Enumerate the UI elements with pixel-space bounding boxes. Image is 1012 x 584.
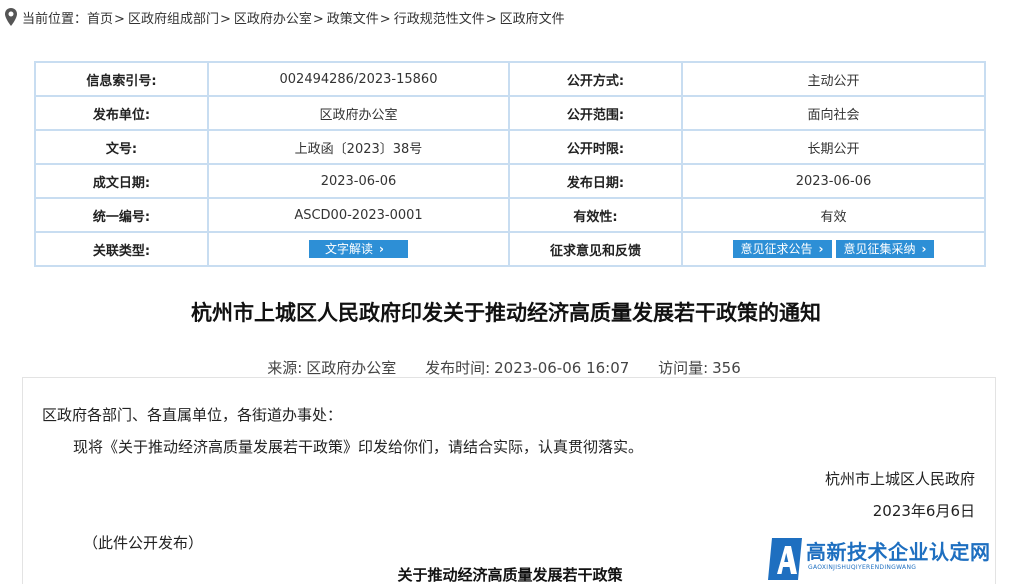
breadcrumb: 当前位置： 首页> 区政府组成部门> 区政府办公室> 政策文件> 行政规范性文件> 区政府…	[4, 6, 565, 28]
info-value: 上政函〔2023〕38号	[207, 129, 510, 165]
table-row: 成文日期: 2023-06-06 发布日期: 2023-06-06	[34, 163, 986, 199]
views-label: 访问量:	[658, 359, 709, 377]
time-value: 2023-06-06 16:07	[494, 359, 630, 377]
signature-date: 2023年6月6日	[872, 502, 975, 520]
table-row: 信息索引号: 002494286/2023-15860 公开方式: 主动公开	[34, 61, 986, 97]
info-label: 发布单位:	[34, 95, 209, 131]
info-label: 公开范围:	[508, 95, 683, 131]
breadcrumb-items: 首页> 区政府组成部门> 区政府办公室> 政策文件> 行政规范性文件> 区政府文件	[87, 8, 565, 27]
info-label: 征求意见和反馈	[508, 231, 683, 267]
views-value: 356	[712, 359, 741, 377]
info-value: 主动公开	[681, 61, 986, 97]
info-label: 文号:	[34, 129, 209, 165]
info-value: 长期公开	[681, 129, 986, 165]
info-label: 发布日期:	[508, 163, 683, 199]
watermark-logo: 高新技术企业认定网 GAOXINJISHUQIYERENDINGWANG	[768, 534, 1012, 584]
breadcrumb-separator: >	[485, 11, 497, 27]
source-label: 来源:	[267, 359, 303, 377]
chevron-right-icon: ›	[921, 242, 927, 256]
breadcrumb-link[interactable]: 区政府办公室	[234, 12, 312, 27]
info-value: 2023-06-06	[681, 163, 986, 199]
logo-icon	[768, 538, 802, 580]
info-table: 信息索引号: 002494286/2023-15860 公开方式: 主动公开 发布单位:…	[34, 61, 986, 267]
signature-text: 杭州市上城区人民政府	[824, 470, 975, 488]
breadcrumb-link[interactable]: 区政府文件	[500, 12, 565, 27]
info-label: 关联类型:	[34, 231, 209, 267]
source-value: 区政府办公室	[306, 359, 397, 377]
consultation-notice-button[interactable]: 意见征求公告 ›	[732, 240, 832, 258]
text-interpretation-button[interactable]: 文字解读 ›	[309, 240, 408, 258]
watermark-subtext: GAOXINJISHUQIYERENDINGWANG	[808, 564, 917, 571]
article-title: 杭州市上城区人民政府印发关于推动经济高质量发展若干政策的通知	[191, 301, 821, 325]
info-value: 文字解读 ›	[207, 231, 510, 267]
breadcrumb-separator: >	[312, 11, 324, 27]
table-row: 发布单位: 区政府办公室 公开范围: 面向社会	[34, 95, 986, 131]
info-label: 成文日期:	[34, 163, 209, 199]
info-label: 信息索引号:	[34, 61, 209, 97]
article-meta: 来源: 区政府办公室 发布时间: 2023-06-06 16:07 访问量: 356	[0, 357, 1012, 378]
greeting-text: 区政府各部门、各直属单位，各街道办事处：	[42, 406, 343, 424]
info-label: 有效性:	[508, 197, 683, 233]
info-value: 区政府办公室	[207, 95, 510, 131]
chevron-right-icon: ›	[818, 242, 824, 256]
breadcrumb-prefix: 当前位置：	[22, 11, 88, 27]
breadcrumb-link[interactable]: 政策文件	[327, 12, 379, 27]
info-label: 公开时限:	[508, 129, 683, 165]
breadcrumb-link[interactable]: 首页	[87, 12, 113, 27]
breadcrumb-separator: >	[379, 11, 391, 27]
breadcrumb-link[interactable]: 行政规范性文件	[394, 12, 485, 27]
table-row: 文号: 上政函〔2023〕38号 公开时限: 长期公开	[34, 129, 986, 165]
breadcrumb-separator: >	[219, 11, 231, 27]
button-label: 意见征求公告	[740, 242, 813, 256]
info-value: 2023-06-06	[207, 163, 510, 199]
table-row: 统一编号: ASCD00-2023-0001 有效性: 有效	[34, 197, 986, 233]
breadcrumb-separator: >	[114, 11, 125, 27]
publication-note: （此件公开发布）	[83, 534, 204, 552]
location-pin-icon	[5, 8, 17, 26]
breadcrumb-link[interactable]: 区政府组成部门	[128, 12, 219, 27]
info-value: 002494286/2023-15860	[207, 61, 510, 97]
chevron-right-icon: ›	[379, 242, 384, 256]
info-value: ASCD00-2023-0001	[207, 197, 510, 233]
time-label: 发布时间:	[425, 359, 491, 377]
button-label: 意见征集采纳	[843, 242, 916, 256]
feedback-adoption-button[interactable]: 意见征集采纳 ›	[835, 240, 935, 258]
button-label: 文字解读	[325, 242, 374, 256]
info-label: 公开方式:	[508, 61, 683, 97]
info-value: 意见征求公告 › 意见征集采纳 ›	[681, 231, 986, 267]
info-table-body: 信息索引号: 002494286/2023-15860 公开方式: 主动公开 发布单位:…	[34, 61, 986, 233]
watermark-text: 高新技术企业认定网	[806, 540, 991, 564]
body-text: 现将《关于推动经济高质量发展若干政策》印发给你们，请结合实际，认真贯彻落实。	[73, 438, 644, 456]
info-value: 有效	[681, 197, 986, 233]
info-label: 统一编号:	[34, 197, 209, 233]
table-row: 关联类型: 文字解读 › 征求意见和反馈 意见征求公告 › 意见征集采纳 ›	[34, 231, 986, 267]
info-value: 面向社会	[681, 95, 986, 131]
